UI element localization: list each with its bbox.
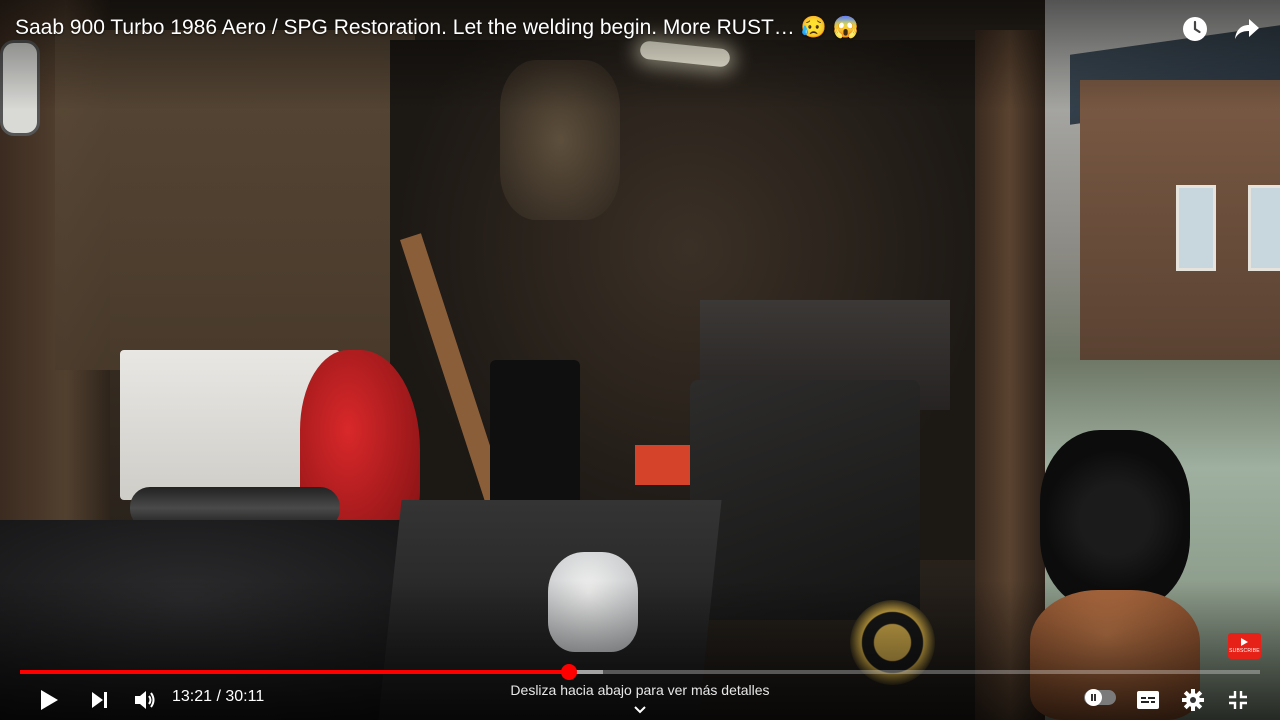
play-button[interactable] bbox=[36, 685, 62, 715]
captions-icon bbox=[1137, 691, 1159, 709]
subscribe-label: SUBSCRIBE bbox=[1229, 648, 1260, 654]
volume-button[interactable] bbox=[132, 685, 158, 715]
captions-button[interactable] bbox=[1136, 685, 1160, 715]
autoplay-toggle[interactable] bbox=[1084, 689, 1116, 706]
play-icon bbox=[41, 690, 58, 710]
swipe-hint[interactable]: Desliza hacia abajo para ver más detalle… bbox=[440, 682, 840, 698]
progress-bar[interactable] bbox=[20, 664, 1260, 680]
wooden-house bbox=[1080, 80, 1280, 360]
top-actions bbox=[1180, 14, 1262, 44]
fullscreen-icon bbox=[1229, 691, 1247, 709]
chevron-down-icon[interactable] bbox=[633, 702, 647, 720]
house-window bbox=[1248, 185, 1280, 271]
next-button[interactable] bbox=[88, 685, 112, 715]
player-controls: 13:21 / 30:11 Desliza hacia abajo para v… bbox=[0, 680, 1280, 720]
share-icon bbox=[1235, 19, 1259, 39]
watch-later-button[interactable] bbox=[1180, 14, 1210, 44]
video-title[interactable]: Saab 900 Turbo 1986 Aero / SPG Restorati… bbox=[15, 16, 859, 40]
settings-button[interactable] bbox=[1181, 685, 1205, 715]
pause-icon bbox=[1091, 694, 1096, 701]
subscribe-watermark[interactable]: SUBSCRIBE bbox=[1228, 633, 1261, 659]
subscribe-badge-icon bbox=[1241, 638, 1248, 646]
fullscreen-button[interactable] bbox=[1226, 685, 1250, 715]
time-display: 13:21 / 30:11 bbox=[172, 688, 265, 705]
autoplay-toggle-knob bbox=[1085, 689, 1102, 706]
next-icon bbox=[92, 692, 107, 708]
clock-icon bbox=[1183, 17, 1207, 41]
house-window bbox=[1176, 185, 1216, 271]
share-button[interactable] bbox=[1232, 14, 1262, 44]
volume-icon bbox=[135, 691, 155, 709]
settings-icon bbox=[1182, 689, 1204, 711]
progress-played bbox=[20, 670, 570, 674]
